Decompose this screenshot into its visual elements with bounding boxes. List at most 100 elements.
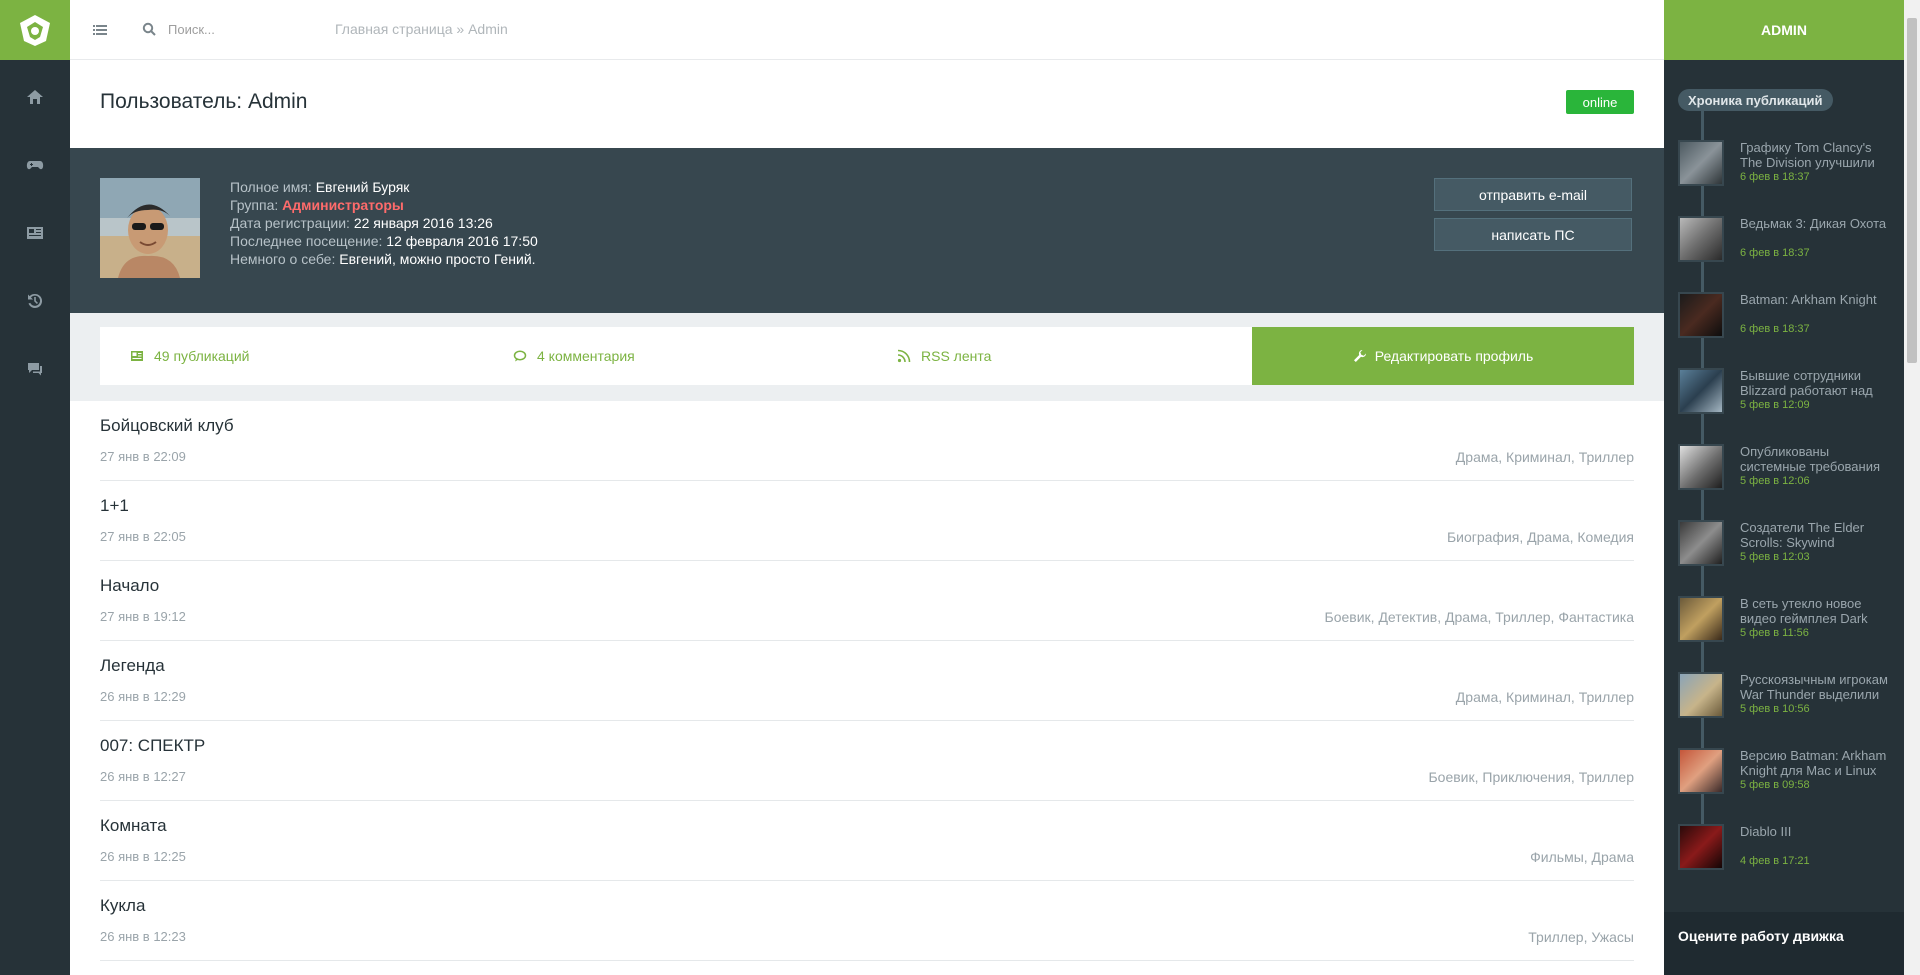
timeline-item-date: 4 фев в 17:21 <box>1740 855 1810 867</box>
nav-history[interactable] <box>0 267 70 335</box>
timeline-item[interactable]: В сеть утекло новое видео геймплея Dark … <box>1678 596 1898 656</box>
page-scrollbar[interactable] <box>1904 0 1920 975</box>
timeline-item[interactable]: Бывшие сотрудники Blizzard работают над … <box>1678 368 1898 428</box>
home-icon <box>27 90 43 104</box>
stats-bar: 49 публикаций 4 комментария RSS лента Ре… <box>70 313 1664 401</box>
timeline-item-title: Создатели The Elder Scrolls: Skywind <box>1740 520 1865 550</box>
comments-link[interactable]: 4 комментария <box>513 327 635 385</box>
timeline-item[interactable]: Ведьмак 3: Дикая Охота 6 фев в 18:37 <box>1678 216 1898 276</box>
fullname-label: Полное имя: <box>230 179 312 195</box>
nav-chat[interactable] <box>0 335 70 403</box>
timeline-item-title: Русскоязычным игрокам War Thunder выдели… <box>1740 672 1888 702</box>
post-date: 27 янв в 22:05 <box>100 529 186 544</box>
timeline-title: Хроника публикаций <box>1678 89 1833 111</box>
timeline-item-date: 6 фев в 18:37 <box>1740 171 1810 183</box>
timeline-item[interactable]: Версию Batman: Arkham Knight для Mac и L… <box>1678 748 1898 808</box>
list-item: Комната 26 янв в 12:25 Фильмы, Драма <box>100 801 1634 881</box>
breadcrumb[interactable]: Главная страница » Admin <box>335 21 508 37</box>
post-title[interactable]: 1+1 <box>100 496 129 516</box>
timeline-item-title: В сеть утекло новое видео геймплея Dark <box>1740 596 1868 626</box>
post-genres[interactable]: Боевик, Детектив, Драма, Триллер, Фантас… <box>1325 609 1634 625</box>
last-visit-label: Последнее посещение: <box>230 233 383 249</box>
publications-link[interactable]: 49 публикаций <box>130 327 249 385</box>
menu-icon[interactable] <box>92 22 108 38</box>
post-title[interactable]: Легенда <box>100 656 165 676</box>
reg-value: 22 января 2016 13:26 <box>353 215 493 231</box>
fullname-value: Евгений Буряк <box>315 179 410 195</box>
send-email-button[interactable]: отправить e-mail <box>1434 178 1632 211</box>
stats-panel: 49 публикаций 4 комментария RSS лента Ре… <box>100 327 1634 385</box>
user-menu[interactable]: ADMIN <box>1664 0 1904 60</box>
nav-home[interactable] <box>0 63 70 131</box>
comments-label: 4 комментария <box>537 348 635 364</box>
rate-engine-title: Оцените работу движка <box>1664 912 1904 975</box>
timeline-item-date: 5 фев в 12:06 <box>1740 475 1810 487</box>
thumbnail <box>1678 596 1724 642</box>
post-title[interactable]: 007: СПЕКТР <box>100 736 205 756</box>
post-date: 26 янв в 12:29 <box>100 689 186 704</box>
thumbnail <box>1678 216 1724 262</box>
post-genres[interactable]: Боевик, Приключения, Триллер <box>1428 769 1634 785</box>
thumbnail <box>1678 292 1724 338</box>
left-sidebar <box>0 0 70 975</box>
group-label: Группа: <box>230 197 279 213</box>
search-input[interactable] <box>168 18 308 40</box>
timeline-item[interactable]: Создатели The Elder Scrolls: Skywind 5 ф… <box>1678 520 1898 580</box>
list-item: Бойцовский клуб 27 янв в 22:09 Драма, Кр… <box>100 401 1634 481</box>
profile-info: Полное имя: Евгений Буряк Группа: Админи… <box>230 178 538 268</box>
post-title[interactable]: Кукла <box>100 896 145 916</box>
post-genres[interactable]: Драма, Криминал, Триллер <box>1456 449 1634 465</box>
last-visit-value: 12 февраля 2016 17:50 <box>386 233 538 249</box>
newspaper-icon <box>131 351 143 361</box>
timeline-item-title: Графику Tom Clancy's The Division улучши… <box>1740 140 1875 170</box>
rss-link[interactable]: RSS лента <box>897 327 991 385</box>
post-date: 26 янв в 12:25 <box>100 849 186 864</box>
post-title[interactable]: Бойцовский клуб <box>100 416 234 436</box>
timeline-item-date: 5 фев в 12:09 <box>1740 399 1810 411</box>
logo-icon <box>20 15 50 46</box>
last-visit-line: Последнее посещение: 12 февраля 2016 17:… <box>230 232 538 250</box>
timeline-item[interactable]: Опубликованы системные требования 5 фев … <box>1678 444 1898 504</box>
nav-news[interactable] <box>0 199 70 267</box>
write-pm-button[interactable]: написать ПС <box>1434 218 1632 251</box>
edit-profile-label: Редактировать профиль <box>1374 348 1534 364</box>
thumbnail <box>1678 672 1724 718</box>
list-item: 1+1 27 янв в 22:05 Биография, Драма, Ком… <box>100 481 1634 561</box>
post-title[interactable]: Комната <box>100 816 167 836</box>
timeline-item-date: 5 фев в 11:56 <box>1740 627 1809 639</box>
thumbnail <box>1678 140 1724 186</box>
nav-games[interactable] <box>0 131 70 199</box>
timeline-item[interactable]: Графику Tom Clancy's The Division улучши… <box>1678 140 1898 200</box>
timeline-item[interactable]: Batman: Arkham Knight 6 фев в 18:37 <box>1678 292 1898 352</box>
right-sidebar: ADMIN Хроника публикаций Графику Tom Cla… <box>1664 0 1904 975</box>
timeline-item-title: Опубликованы системные требования <box>1740 444 1881 474</box>
page-title: Пользователь: Admin <box>100 90 308 113</box>
post-genres[interactable]: Драма, Криминал, Триллер <box>1456 689 1634 705</box>
reg-label: Дата регистрации: <box>230 215 350 231</box>
news-icon <box>27 227 43 239</box>
timeline-item-title: Batman: Arkham Knight <box>1740 292 1877 307</box>
scrollbar-thumb[interactable] <box>1907 18 1917 363</box>
gamepad-icon <box>26 161 44 170</box>
post-date: 26 янв в 12:23 <box>100 929 186 944</box>
about-label: Немного о себе: <box>230 251 336 267</box>
chat-icon <box>28 363 42 376</box>
status-badge: online <box>1566 90 1634 114</box>
post-genres[interactable]: Биография, Драма, Комедия <box>1447 529 1634 545</box>
post-genres[interactable]: Фильмы, Драма <box>1530 849 1634 865</box>
post-genres[interactable]: Триллер, Ужасы <box>1528 929 1634 945</box>
main-content: Пользователь: Admin online Полное имя: Е… <box>70 60 1664 975</box>
top-header: Главная страница » Admin <box>70 0 1664 60</box>
rss-label: RSS лента <box>921 348 992 364</box>
group-value[interactable]: Администраторы <box>282 197 404 213</box>
edit-profile-button[interactable]: Редактировать профиль <box>1252 327 1634 385</box>
timeline-item[interactable]: Русскоязычным игрокам War Thunder выдели… <box>1678 672 1898 732</box>
thumbnail <box>1678 444 1724 490</box>
timeline-item[interactable]: Diablo III 4 фев в 17:21 <box>1678 824 1898 884</box>
timeline-item-date: 6 фев в 18:37 <box>1740 247 1810 259</box>
timeline-item-date: 5 фев в 10:56 <box>1740 703 1810 715</box>
timeline-item-date: 6 фев в 18:37 <box>1740 323 1810 335</box>
comment-icon <box>513 350 527 362</box>
logo[interactable] <box>0 0 70 60</box>
post-title[interactable]: Начало <box>100 576 159 596</box>
